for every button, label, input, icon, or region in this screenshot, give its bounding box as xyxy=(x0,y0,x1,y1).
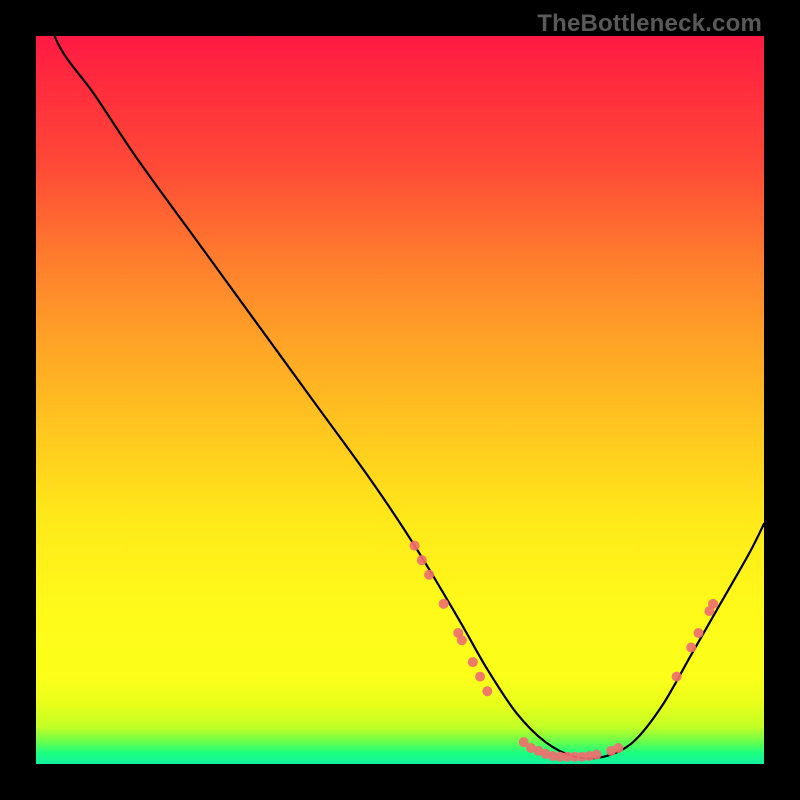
curve-marker xyxy=(439,599,449,609)
curve-marker xyxy=(482,686,492,696)
chart-container: TheBottleneck.com xyxy=(0,0,800,800)
curve-marker xyxy=(686,643,696,653)
curve-marker xyxy=(424,570,434,580)
watermark-text: TheBottleneck.com xyxy=(537,10,762,38)
curve-marker xyxy=(417,555,427,565)
curve-marker xyxy=(613,743,623,753)
curve-marker xyxy=(672,672,682,682)
curve-svg xyxy=(36,36,764,764)
plot-area xyxy=(36,36,764,764)
curve-marker xyxy=(410,541,420,551)
curve-marker xyxy=(475,672,485,682)
curve-marker xyxy=(693,628,703,638)
curve-marker xyxy=(708,599,718,609)
curve-marker xyxy=(592,750,602,760)
bottleneck-curve xyxy=(36,36,764,759)
curve-marker xyxy=(468,657,478,667)
curve-marker xyxy=(457,635,467,645)
curve-markers xyxy=(410,541,718,762)
